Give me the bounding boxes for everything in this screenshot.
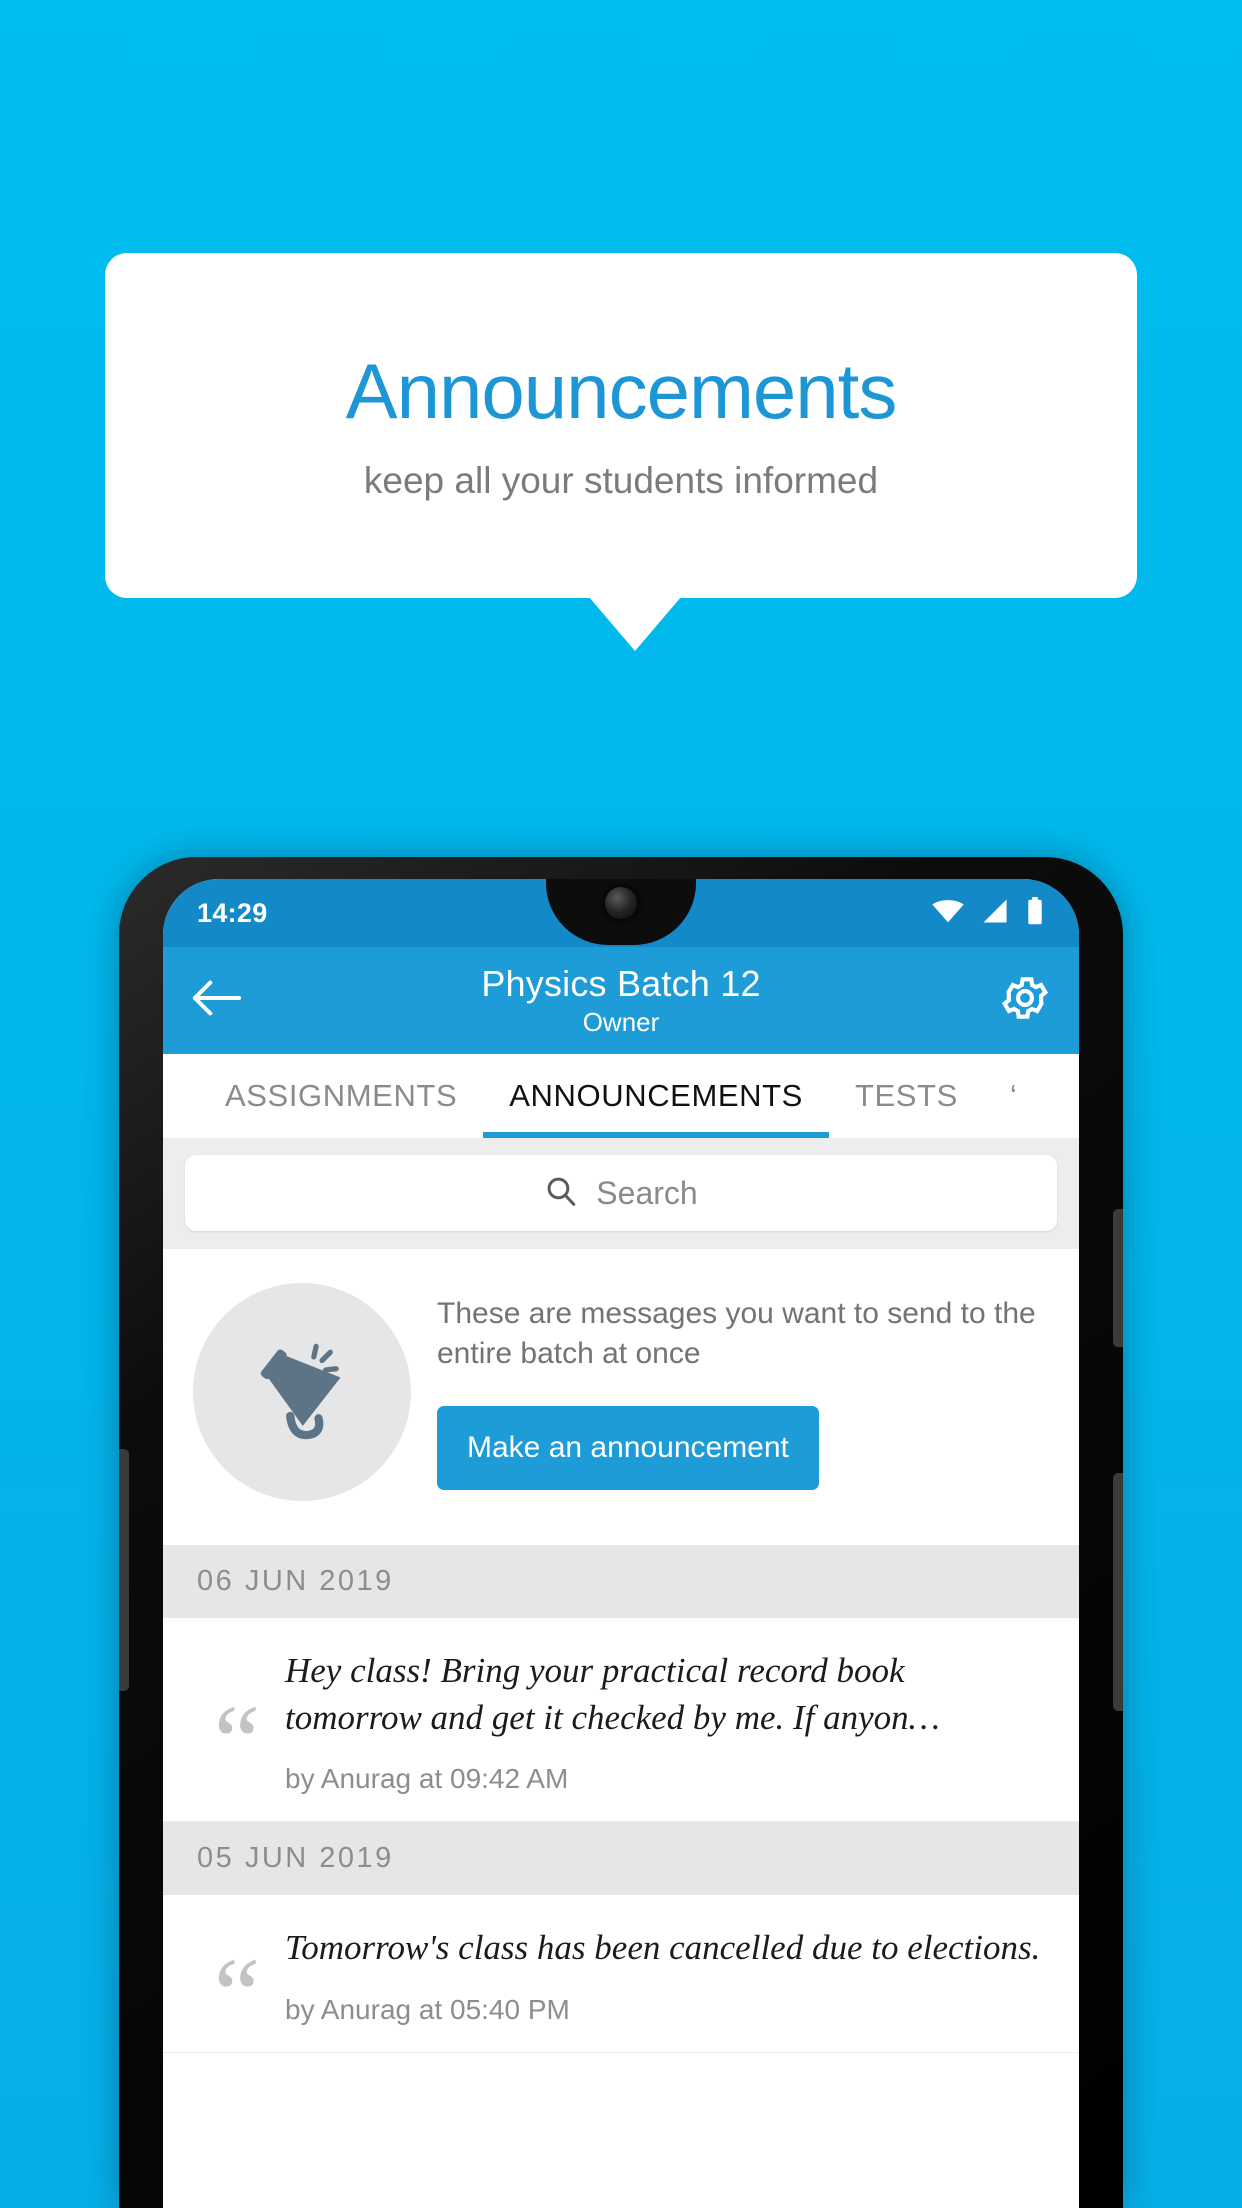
announcement-body: Tomorrow's class has been cancelled due … (285, 1925, 1045, 2026)
tab-bar: ASSIGNMENTS ANNOUNCEMENTS TESTS ‘ (163, 1054, 1079, 1139)
megaphone-icon-circle (193, 1283, 411, 1501)
search-section: Search (163, 1139, 1079, 1249)
page-title: Physics Batch 12 (481, 963, 761, 1004)
battery-icon (1025, 896, 1045, 930)
announcement-body: Hey class! Bring your practical record b… (285, 1648, 1045, 1795)
tab-overflow[interactable]: ‘ (984, 1054, 1044, 1138)
announcement-item[interactable]: “ Hey class! Bring your practical record… (163, 1618, 1079, 1823)
announcement-promo-description: These are messages you want to send to t… (437, 1297, 1036, 1370)
promo-bubble-tail (589, 597, 681, 651)
announcement-meta: by Anurag at 05:40 PM (285, 1993, 570, 2025)
announcement-meta: by Anurag at 09:42 AM (285, 1763, 569, 1795)
page-subtitle: Owner (582, 1007, 660, 1037)
search-placeholder: Search (596, 1174, 698, 1211)
app-bar: Physics Batch 12 Owner (163, 947, 1079, 1054)
promo-speech-bubble: Announcements keep all your students inf… (105, 253, 1137, 598)
tab-assignments[interactable]: ASSIGNMENTS (199, 1054, 483, 1138)
volume-button[interactable] (119, 1449, 129, 1691)
signal-icon (980, 898, 1010, 929)
status-time: 14:29 (197, 897, 268, 928)
announcement-text: Tomorrow's class has been cancelled due … (285, 1928, 1041, 1968)
wifi-icon (931, 898, 965, 929)
announcement-promo-body: These are messages you want to send to t… (419, 1294, 1049, 1490)
announcement-item[interactable]: “ Tomorrow's class has been cancelled du… (163, 1895, 1079, 2053)
search-input[interactable]: Search (185, 1155, 1057, 1231)
tab-tests[interactable]: TESTS (829, 1054, 984, 1138)
announcement-text: Hey class! Bring your practical record b… (285, 1651, 940, 1737)
assistant-button[interactable] (1113, 1473, 1123, 1711)
search-icon (544, 1174, 578, 1213)
announcement-promo-card: These are messages you want to send to t… (163, 1249, 1079, 1545)
make-announcement-button[interactable]: Make an announcement (437, 1405, 819, 1490)
quote-icon: “ (213, 1937, 261, 2053)
megaphone-icon (243, 1331, 361, 1454)
phone-screen: 14:29 Physics Batch 12 Owner ASSIGNMENTS… (163, 879, 1079, 2208)
camera-notch (546, 879, 696, 945)
tab-announcements[interactable]: ANNOUNCEMENTS (483, 1054, 829, 1138)
app-bar-titles: Physics Batch 12 Owner (163, 963, 1079, 1038)
power-button[interactable] (1113, 1209, 1123, 1347)
promo-title: Announcements (345, 346, 898, 435)
status-icons (931, 896, 1045, 930)
promo-subtitle: keep all your students informed (363, 460, 879, 502)
front-camera (605, 887, 637, 919)
status-bar: 14:29 (163, 879, 1079, 947)
date-header: 05 JUN 2019 (163, 1822, 1079, 1896)
quote-icon: “ (213, 1683, 261, 1799)
gear-icon[interactable] (999, 972, 1051, 1029)
phone-device-frame: 14:29 Physics Batch 12 Owner ASSIGNMENTS… (119, 857, 1123, 2208)
date-header: 06 JUN 2019 (163, 1545, 1079, 1618)
back-arrow-icon[interactable] (191, 978, 242, 1023)
